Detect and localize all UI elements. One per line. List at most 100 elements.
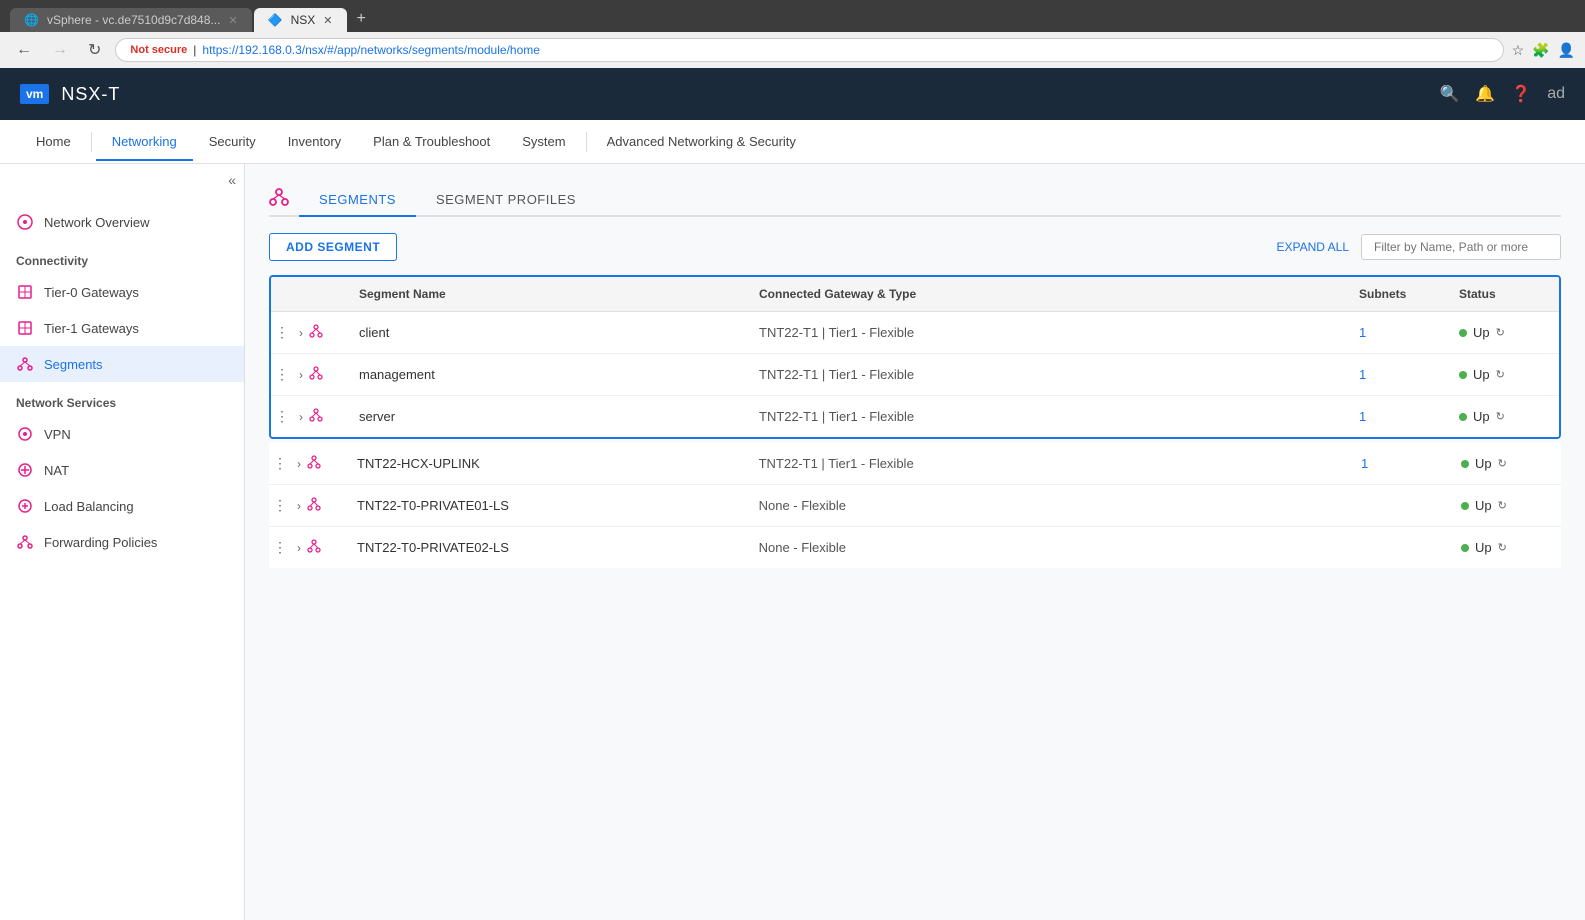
table-row: ⋮ › TNT22-T0-PRIVATE01-LS None - Flexibl… [269, 485, 1561, 527]
sidebar-section-network-services: Network Services [0, 382, 244, 416]
row-name-private02: TNT22-T0-PRIVATE02-LS [349, 540, 759, 555]
nsx-tab-close[interactable]: ✕ [323, 14, 332, 27]
nav-system[interactable]: System [506, 122, 581, 161]
table-row: ⋮ › management TNT22-T1 | Tier1 - Flexib… [271, 354, 1559, 396]
vsphere-tab-label: vSphere - vc.de7510d9c7d848... [47, 13, 220, 27]
sidebar-item-tier0[interactable]: Tier-0 Gateways [0, 274, 244, 310]
user-icon[interactable]: ad [1547, 85, 1565, 103]
col-header-subnets: Subnets [1359, 287, 1459, 301]
sidebar-item-vpn[interactable]: VPN [0, 416, 244, 452]
refresh-icon-server[interactable]: ↻ [1496, 410, 1505, 423]
row-name-management: management [351, 367, 759, 382]
row-menu-management[interactable]: ⋮ [271, 364, 293, 385]
filter-input[interactable] [1361, 234, 1561, 260]
new-tab-button[interactable]: + [349, 6, 374, 32]
sidebar-item-forwarding-policies[interactable]: Forwarding Policies [0, 524, 244, 560]
tab-segments[interactable]: SEGMENTS [299, 184, 416, 215]
refresh-icon-hcx[interactable]: ↻ [1498, 457, 1507, 470]
row-gateway-management: TNT22-T1 | Tier1 - Flexible [759, 367, 1359, 382]
add-segment-button[interactable]: ADD SEGMENT [269, 233, 397, 261]
sidebar-item-segments[interactable]: Segments [0, 346, 244, 382]
row-subnets-client[interactable]: 1 [1359, 325, 1459, 340]
sidebar-item-tier1-label: Tier-1 Gateways [44, 321, 139, 336]
vm-logo: vm [20, 84, 49, 104]
profile-button[interactable]: 👤 [1558, 42, 1575, 59]
row-status-server: Up ↻ [1459, 409, 1559, 424]
row-gateway-server: TNT22-T1 | Tier1 - Flexible [759, 409, 1359, 424]
sidebar-item-load-balancing[interactable]: Load Balancing [0, 488, 244, 524]
row-segment-icon-private01 [307, 497, 321, 514]
forwarding-policies-icon [16, 533, 34, 551]
col-header-status: Status [1459, 287, 1559, 301]
sidebar-collapse-icon[interactable]: « [228, 172, 236, 188]
tab-nsx[interactable]: 🔷 NSX ✕ [254, 8, 347, 32]
row-menu-client[interactable]: ⋮ [271, 322, 293, 343]
sidebar-item-tier1[interactable]: Tier-1 Gateways [0, 310, 244, 346]
row-subnets-server[interactable]: 1 [1359, 409, 1459, 424]
load-balancing-icon [16, 497, 34, 515]
row-expand-server[interactable]: › [295, 408, 307, 426]
address-input-bar[interactable]: Not secure | https://192.168.0.3/nsx/#/a… [115, 38, 1503, 62]
row-menu-private02[interactable]: ⋮ [269, 537, 291, 558]
back-button[interactable]: ← [10, 39, 38, 61]
segments-table-highlighted: Segment Name Connected Gateway & Type Su… [269, 275, 1561, 439]
main-layout: « Network Overview Connectivity [0, 164, 1585, 920]
extensions-button[interactable]: 🧩 [1532, 42, 1549, 59]
nav-home[interactable]: Home [20, 122, 87, 161]
row-segment-icon-hcx [307, 455, 321, 472]
row-expand-management[interactable]: › [295, 366, 307, 384]
row-name-server: server [351, 409, 759, 424]
help-icon[interactable]: ❓ [1511, 84, 1531, 104]
segments-tabs: SEGMENTS SEGMENT PROFILES [269, 184, 1561, 217]
status-text-private01: Up [1475, 498, 1492, 513]
vsphere-tab-close[interactable]: ✕ [228, 14, 237, 27]
expand-all-button[interactable]: EXPAND ALL [1277, 240, 1349, 254]
nav-advanced[interactable]: Advanced Networking & Security [591, 122, 812, 161]
vpn-icon [16, 425, 34, 443]
row-menu-private01[interactable]: ⋮ [269, 495, 291, 516]
row-menu-server[interactable]: ⋮ [271, 406, 293, 427]
sidebar-item-nat[interactable]: NAT [0, 452, 244, 488]
sidebar-item-network-overview[interactable]: Network Overview [0, 204, 244, 240]
browser-tabs: 🌐 vSphere - vc.de7510d9c7d848... ✕ 🔷 NSX… [10, 6, 1575, 32]
not-secure-label: Not secure [130, 44, 187, 56]
bookmark-button[interactable]: ☆ [1512, 42, 1525, 59]
status-dot-hcx [1461, 460, 1469, 468]
sidebar-item-forwarding-policies-label: Forwarding Policies [44, 535, 157, 550]
row-expand-hcx[interactable]: › [293, 455, 305, 473]
network-overview-icon [16, 213, 34, 231]
tab-segment-profiles[interactable]: SEGMENT PROFILES [416, 184, 596, 215]
row-actions-hcx: ⋮ › [269, 453, 349, 474]
tier0-icon [16, 283, 34, 301]
row-subnets-management[interactable]: 1 [1359, 367, 1459, 382]
refresh-icon-management[interactable]: ↻ [1496, 368, 1505, 381]
bell-icon[interactable]: 🔔 [1475, 84, 1495, 104]
status-text-private02: Up [1475, 540, 1492, 555]
row-status-private02: Up ↻ [1461, 540, 1561, 555]
row-expand-private02[interactable]: › [293, 539, 305, 557]
row-menu-hcx[interactable]: ⋮ [269, 453, 291, 474]
table-row: ⋮ › client TNT22-T1 | Tier1 - Flexible [271, 312, 1559, 354]
nav-networking[interactable]: Networking [96, 122, 193, 161]
nsx-tab-label: NSX [291, 13, 316, 27]
nav-inventory[interactable]: Inventory [272, 122, 357, 161]
col-header-gateway: Connected Gateway & Type [759, 287, 1359, 301]
nav-plan[interactable]: Plan & Troubleshoot [357, 122, 506, 161]
search-icon[interactable]: 🔍 [1439, 84, 1459, 104]
app-header: vm NSX-T 🔍 🔔 ❓ ad [0, 68, 1585, 120]
row-subnets-hcx[interactable]: 1 [1361, 456, 1461, 471]
forward-button[interactable]: → [46, 39, 74, 61]
refresh-icon-private02[interactable]: ↻ [1498, 541, 1507, 554]
row-expand-private01[interactable]: › [293, 497, 305, 515]
tab-vsphere[interactable]: 🌐 vSphere - vc.de7510d9c7d848... ✕ [10, 8, 252, 32]
refresh-icon-private01[interactable]: ↻ [1498, 499, 1507, 512]
nav-security[interactable]: Security [193, 122, 272, 161]
row-status-management: Up ↻ [1459, 367, 1559, 382]
col-header-name: Segment Name [351, 287, 759, 301]
segments-tab-icon [269, 187, 289, 212]
refresh-icon-client[interactable]: ↻ [1496, 326, 1505, 339]
row-expand-client[interactable]: › [295, 324, 307, 342]
reload-button[interactable]: ↻ [82, 38, 107, 62]
nav-sep-1 [91, 132, 92, 152]
app-logo: vm NSX-T [20, 84, 120, 105]
